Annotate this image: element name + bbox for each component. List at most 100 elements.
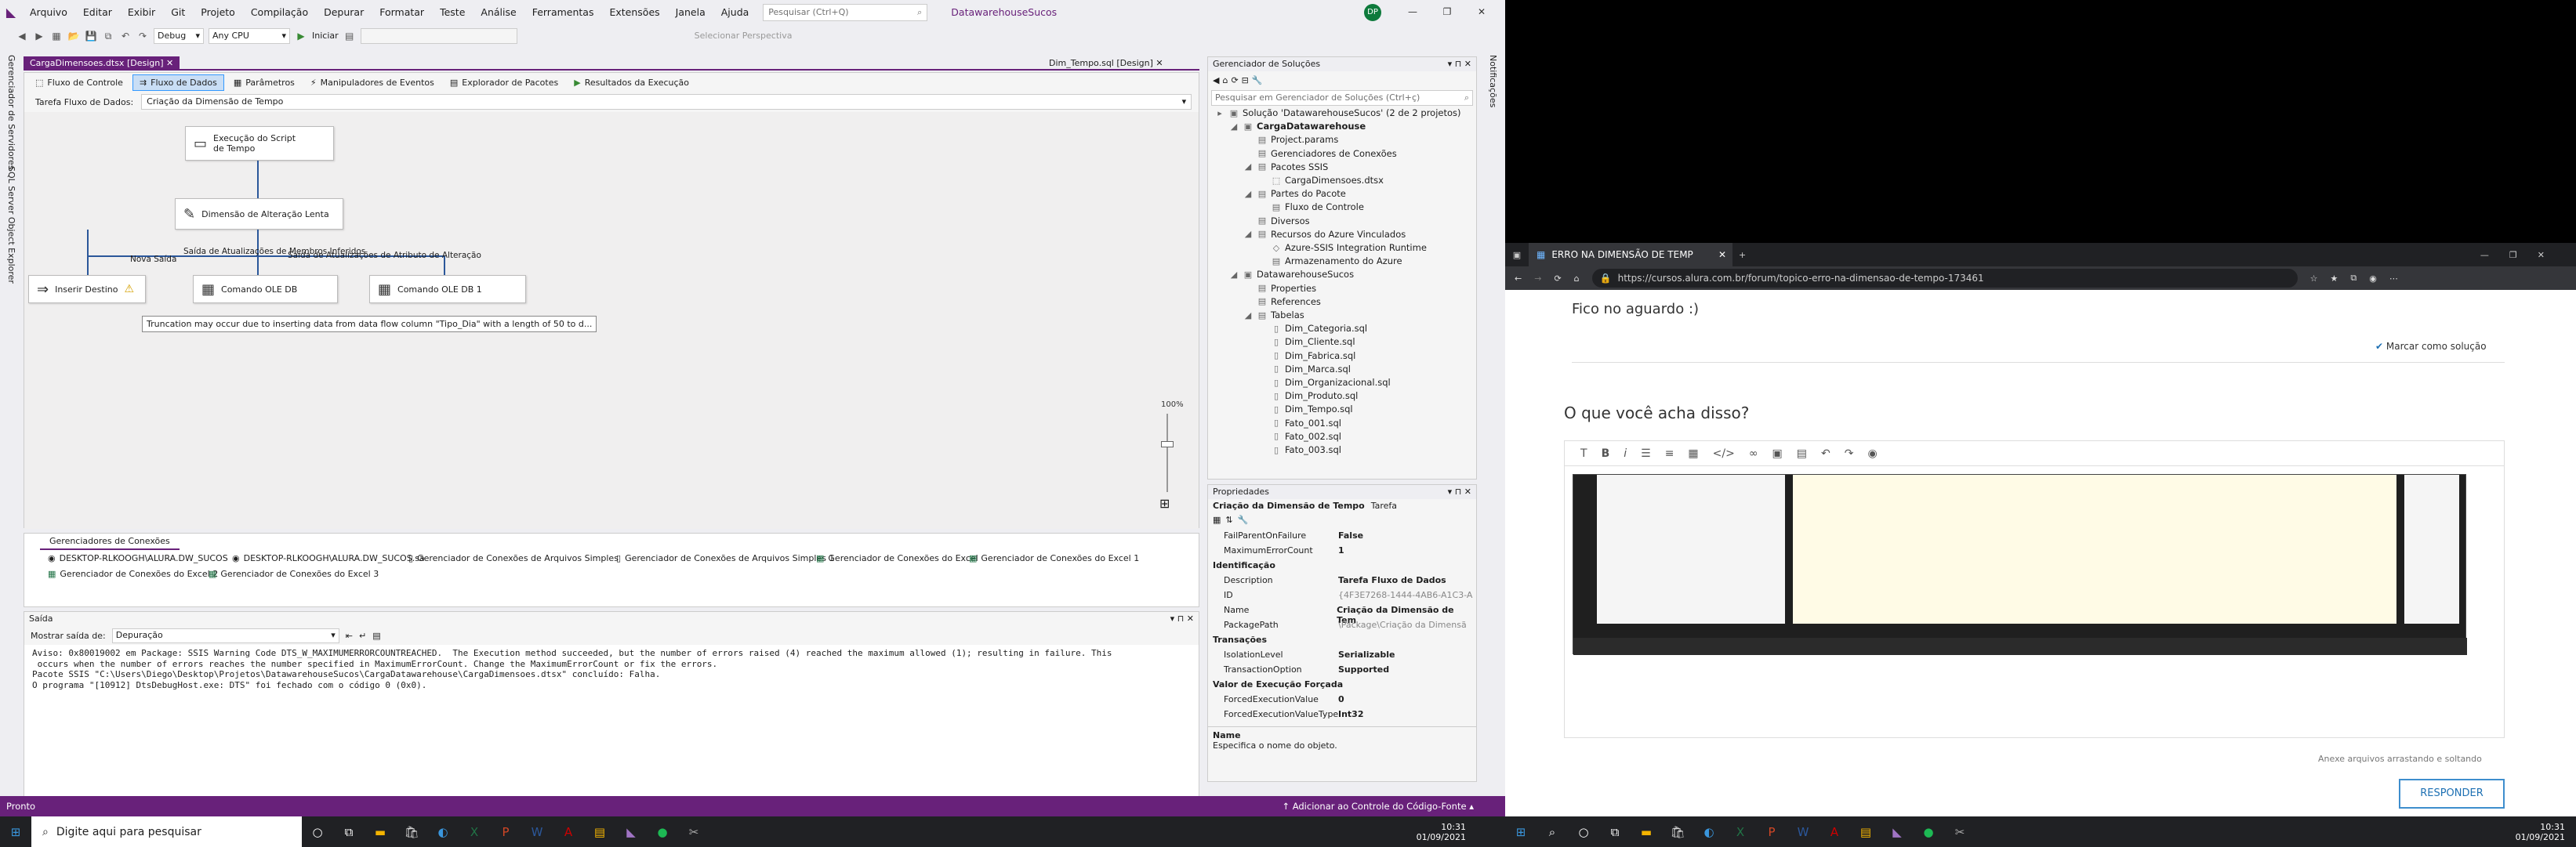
menu-ajuda[interactable]: Ajuda (713, 0, 757, 24)
node-script[interactable]: ▭ Execução do Script de Tempo (185, 126, 334, 161)
connection-item[interactable]: ▦ Gerenciador de Conexões do Excel (816, 553, 978, 563)
properties-object-select[interactable]: Criação da Dimensão de Tempo Tarefa (1208, 499, 1476, 515)
tree-item[interactable]: ▯ Dim_Organizacional.sql (1257, 377, 1391, 388)
expand-icon[interactable]: ◢ (1228, 270, 1239, 280)
back-icon[interactable]: ← (1515, 273, 1522, 284)
property-row[interactable]: PackagePath \Package\Criação da Dimensã (1208, 620, 1475, 635)
node-ole1[interactable]: ▦ Comando OLE DB (193, 275, 338, 303)
property-row[interactable]: TransactionOption Supported (1208, 664, 1475, 679)
categorized-icon[interactable]: ▦ (1213, 515, 1221, 530)
menu-formatar[interactable]: Formatar (372, 0, 432, 24)
node-ole2[interactable]: ▦ Comando OLE DB 1 (369, 275, 526, 303)
connection-item[interactable]: ▦ Gerenciador de Conexões do Excel 3 (209, 569, 379, 579)
node-scd[interactable]: ✎ Dimensão de Alteração Lenta (175, 198, 343, 230)
expand-icon[interactable]: ◢ (1243, 310, 1254, 320)
home-icon[interactable]: ⌂ (1222, 75, 1228, 85)
image-upload-icon[interactable]: ▤ (1797, 447, 1807, 460)
acrobat-icon[interactable]: A (1819, 816, 1850, 847)
refresh-icon[interactable]: ⟳ (1231, 75, 1238, 85)
star-icon[interactable]: ☆ (2310, 273, 2318, 284)
tree-item[interactable]: ▯ Dim_Fabrica.sql (1257, 350, 1355, 361)
connection-item[interactable]: ◉ DESKTOP-RLKOOGH\ALURA.DW_SUCOS (48, 553, 228, 563)
node-insert[interactable]: ⇒ Inserir Destino ⚠ (28, 275, 146, 303)
preview-icon[interactable]: ◉ (1867, 447, 1877, 460)
link-icon[interactable]: ∞ (1749, 447, 1758, 460)
tree-item[interactable]: ▤ Properties (1243, 283, 1316, 294)
property-row[interactable]: IsolationLevel Serializable (1208, 650, 1475, 664)
browser-tab-active[interactable]: ▦ ERRO NA DIMENSÃO DE TEMP ✕ (1529, 243, 1732, 266)
taskbar-search[interactable]: ⌕ Digite aqui para pesquisar (31, 816, 302, 847)
zoom-slider[interactable] (1166, 414, 1168, 492)
tree-item[interactable]: ▤ Diversos (1243, 215, 1310, 226)
bold-icon[interactable]: B (1602, 447, 1610, 460)
tree-item[interactable]: ▤ Project.params (1243, 134, 1339, 145)
reply-editor[interactable]: T Bi ☰ ≡ ▦ </> ∞ ▣ ▤ ↶ ↷ ◉ (1564, 440, 2505, 738)
menu-icon[interactable]: ⋯ (2389, 273, 2398, 284)
redo-icon[interactable]: ↷ (1845, 447, 1854, 460)
wrap-icon[interactable]: ↵ (359, 631, 366, 641)
powerpoint-icon[interactable]: P (490, 816, 521, 847)
toggle-icon[interactable]: ▤ (372, 631, 380, 641)
text-size-icon[interactable]: T (1580, 447, 1587, 460)
output-source-select[interactable]: Depuração ▾ (111, 628, 339, 643)
tree-item[interactable]: ▤ Fluxo de Controle (1257, 201, 1364, 212)
code-icon[interactable]: </> (1713, 447, 1735, 460)
wrench-icon[interactable]: 🔧 (1252, 75, 1263, 85)
file-explorer-icon[interactable]: ▬ (365, 816, 396, 847)
pin-icon[interactable]: ▾ ⊓ ✕ (1448, 487, 1471, 498)
open-icon[interactable]: 📂 (67, 30, 80, 42)
close-icon[interactable]: ✕ (1718, 249, 1726, 260)
file-explorer-icon[interactable]: ▬ (1631, 816, 1662, 847)
connection-item[interactable]: ▦ Gerenciador de Conexões do Excel 2 (48, 569, 218, 579)
visual-studio-icon[interactable]: ◣ (615, 816, 647, 847)
edge-icon[interactable]: ◐ (1693, 816, 1725, 847)
forward-icon[interactable]: ▶ (33, 30, 45, 42)
window-controls[interactable]: —❐✕ (2480, 250, 2565, 260)
cortana-icon[interactable]: ○ (302, 816, 333, 847)
menu-git[interactable]: Git (163, 0, 193, 24)
property-row[interactable]: ForcedExecutionValue 0 (1208, 694, 1475, 709)
server-explorer-tab[interactable]: Gerenciador de Servidores (6, 55, 16, 169)
word-icon[interactable]: W (1787, 816, 1819, 847)
acrobat-icon[interactable]: A (553, 816, 584, 847)
tree-item[interactable]: ▯ Dim_Marca.sql (1257, 364, 1351, 375)
store-icon[interactable]: 🛍 (396, 816, 427, 847)
reply-button[interactable]: RESPONDER (2399, 779, 2505, 809)
list-icon[interactable]: ≡ (1665, 447, 1674, 460)
maximize-icon[interactable]: ❐ (1430, 0, 1464, 24)
property-row[interactable]: FailParentOnFailure False (1208, 530, 1475, 545)
tab-fluxo-controle[interactable]: ⬚ Fluxo de Controle (29, 75, 129, 90)
task-view-icon[interactable]: ⧉ (333, 816, 365, 847)
profile-icon[interactable]: ◉ (2369, 273, 2377, 284)
tree-item[interactable]: ▯ Fato_002.sql (1257, 431, 1341, 442)
refresh-icon[interactable]: ⟳ (1554, 273, 1561, 284)
clear-icon[interactable]: ⇤ (346, 631, 353, 641)
tree-item[interactable]: ◢ ▤ Pacotes SSIS (1243, 161, 1329, 172)
tool-icon[interactable]: ✂ (678, 816, 709, 847)
save-icon[interactable]: 💾 (85, 30, 97, 42)
address-bar[interactable]: 🔒 https://cursos.alura.com.br/forum/topic… (1591, 269, 2298, 288)
perspective-select[interactable]: Selecionar Perspectiva (695, 31, 793, 41)
menu-ferramentas[interactable]: Ferramentas (524, 0, 602, 24)
tree-item[interactable]: ◢ ▤ Tabelas (1243, 309, 1304, 320)
tree-item[interactable]: ▯ Dim_Produto.sql (1257, 390, 1358, 401)
ordered-list-icon[interactable]: ☰ (1641, 447, 1651, 460)
forward-icon[interactable]: → (1534, 273, 1541, 284)
tab-fluxo-dados[interactable]: ⇉ Fluxo de Dados (132, 74, 224, 91)
tree-item[interactable]: ▤ Armazenamento do Azure (1257, 255, 1402, 266)
sticky-notes-icon[interactable]: ▤ (1850, 816, 1881, 847)
tree-item[interactable]: ◇ Azure-SSIS Integration Runtime (1257, 242, 1427, 253)
tab-cargadimensoes[interactable]: CargaDimensoes.dtsx [Design] ✕ (24, 56, 180, 71)
platform-select[interactable]: Any CPU ▾ (209, 27, 290, 44)
collections-icon[interactable]: ⧉ (2350, 273, 2356, 284)
expand-icon[interactable]: ◢ (1243, 229, 1254, 239)
connection-item[interactable]: ▦ Gerenciador de Conexões do Excel 1 (969, 553, 1139, 563)
menu-compilacao[interactable]: Compilação (243, 0, 316, 24)
windows-start-icon[interactable]: ⊞ (1505, 816, 1537, 847)
menu-extensoes[interactable]: Extensões (601, 0, 667, 24)
tree-item[interactable]: ▯ Dim_Categoria.sql (1257, 323, 1367, 334)
expand-icon[interactable]: ◢ (1243, 189, 1254, 199)
task-select[interactable]: Criação da Dimensão de Tempo ▾ (141, 94, 1192, 110)
property-row[interactable]: Name Criação da Dimensão de Tem (1208, 605, 1475, 625)
connection-item[interactable]: ▯ Gerenciador de Conexões de Arquivos Sim… (616, 553, 834, 563)
